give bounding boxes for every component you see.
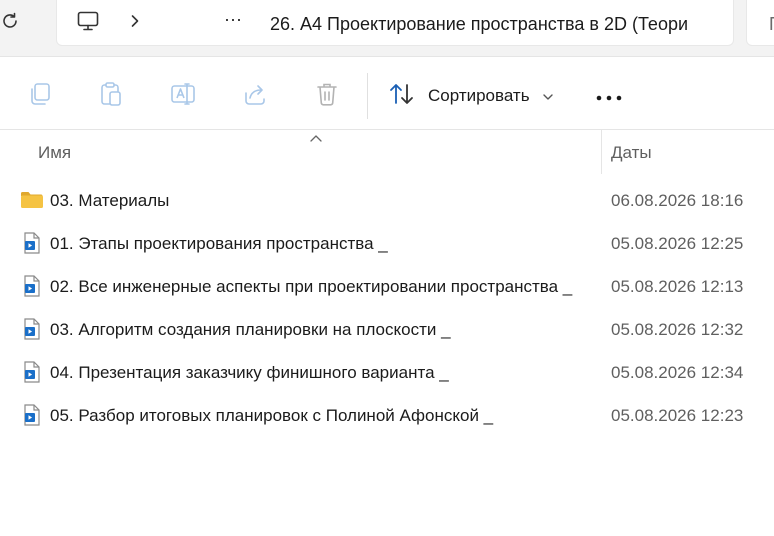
video-file-icon <box>20 404 44 426</box>
list-item[interactable]: 03. Алгоритм создания планировки на плос… <box>0 308 774 351</box>
chevron-right-icon[interactable] <box>130 14 140 28</box>
this-pc-icon[interactable] <box>77 11 99 31</box>
folder-icon <box>20 189 44 211</box>
file-name: 03. Материалы <box>50 191 170 210</box>
column-header: Имя Даты <box>0 130 774 174</box>
more-options-button[interactable] <box>592 79 626 109</box>
list-item[interactable]: 04. Презентация заказчику финишного вари… <box>0 351 774 394</box>
file-date: 05.08.2026 12:23 <box>611 406 744 425</box>
breadcrumb-current-folder[interactable]: 26. А4 Проектирование пространства в 2D … <box>270 13 750 37</box>
copy-icon <box>31 83 50 105</box>
list-item[interactable]: 05. Разбор итоговых планировок с Полиной… <box>0 394 774 437</box>
trash-icon <box>317 83 337 106</box>
search-placeholder: П <box>769 13 774 35</box>
video-file-icon <box>20 361 44 383</box>
sort-ascending-icon <box>309 130 323 142</box>
search-box[interactable]: П <box>746 0 774 46</box>
list-item[interactable]: 03. Материалы 06.08.2026 18:16 <box>0 179 774 222</box>
toolbar-divider <box>367 73 368 119</box>
video-file-icon <box>20 318 44 340</box>
paste-button[interactable] <box>98 81 124 107</box>
file-name: 03. Алгоритм создания планировки на плос… <box>50 320 451 339</box>
list-item[interactable]: 02. Все инженерные аспекты при проектиро… <box>0 265 774 308</box>
column-name-header[interactable]: Имя <box>38 143 71 163</box>
file-date: 06.08.2026 18:16 <box>611 191 744 210</box>
paste-icon <box>101 82 121 106</box>
address-strip: ··· 26. А4 Проектирование пространства в… <box>0 0 774 56</box>
address-bar[interactable]: ··· 26. А4 Проектирование пространства в… <box>56 0 734 46</box>
chevron-down-icon <box>542 89 554 100</box>
command-bar: Сортировать <box>0 56 774 130</box>
sort-label: Сортировать <box>428 86 530 105</box>
file-date: 05.08.2026 12:34 <box>611 363 744 382</box>
rename-button[interactable] <box>170 81 196 107</box>
breadcrumb-more-button[interactable]: ··· <box>219 8 247 34</box>
list-item[interactable]: 01. Этапы проектирования пространства _ … <box>0 222 774 265</box>
column-divider[interactable] <box>601 130 602 174</box>
file-name: 02. Все инженерные аспекты при проектиро… <box>50 277 573 296</box>
file-date: 05.08.2026 12:32 <box>611 320 744 339</box>
file-date: 05.08.2026 12:25 <box>611 234 744 253</box>
column-date-header[interactable]: Даты <box>611 143 652 163</box>
video-file-icon <box>20 275 44 297</box>
rename-icon <box>171 83 195 105</box>
copy-button[interactable] <box>27 81 53 107</box>
delete-button[interactable] <box>314 81 340 107</box>
file-date: 05.08.2026 12:13 <box>611 277 744 296</box>
sort-arrows-icon <box>388 82 416 106</box>
file-name: 01. Этапы проектирования пространства _ <box>50 234 388 253</box>
share-icon <box>245 85 265 105</box>
refresh-icon[interactable] <box>0 11 20 31</box>
more-icon <box>596 95 622 101</box>
video-file-icon <box>20 232 44 254</box>
sort-button[interactable]: Сортировать <box>388 81 560 109</box>
share-button[interactable] <box>242 81 268 107</box>
file-name: 05. Разбор итоговых планировок с Полиной… <box>50 406 494 425</box>
file-name: 04. Презентация заказчику финишного вари… <box>50 363 449 382</box>
